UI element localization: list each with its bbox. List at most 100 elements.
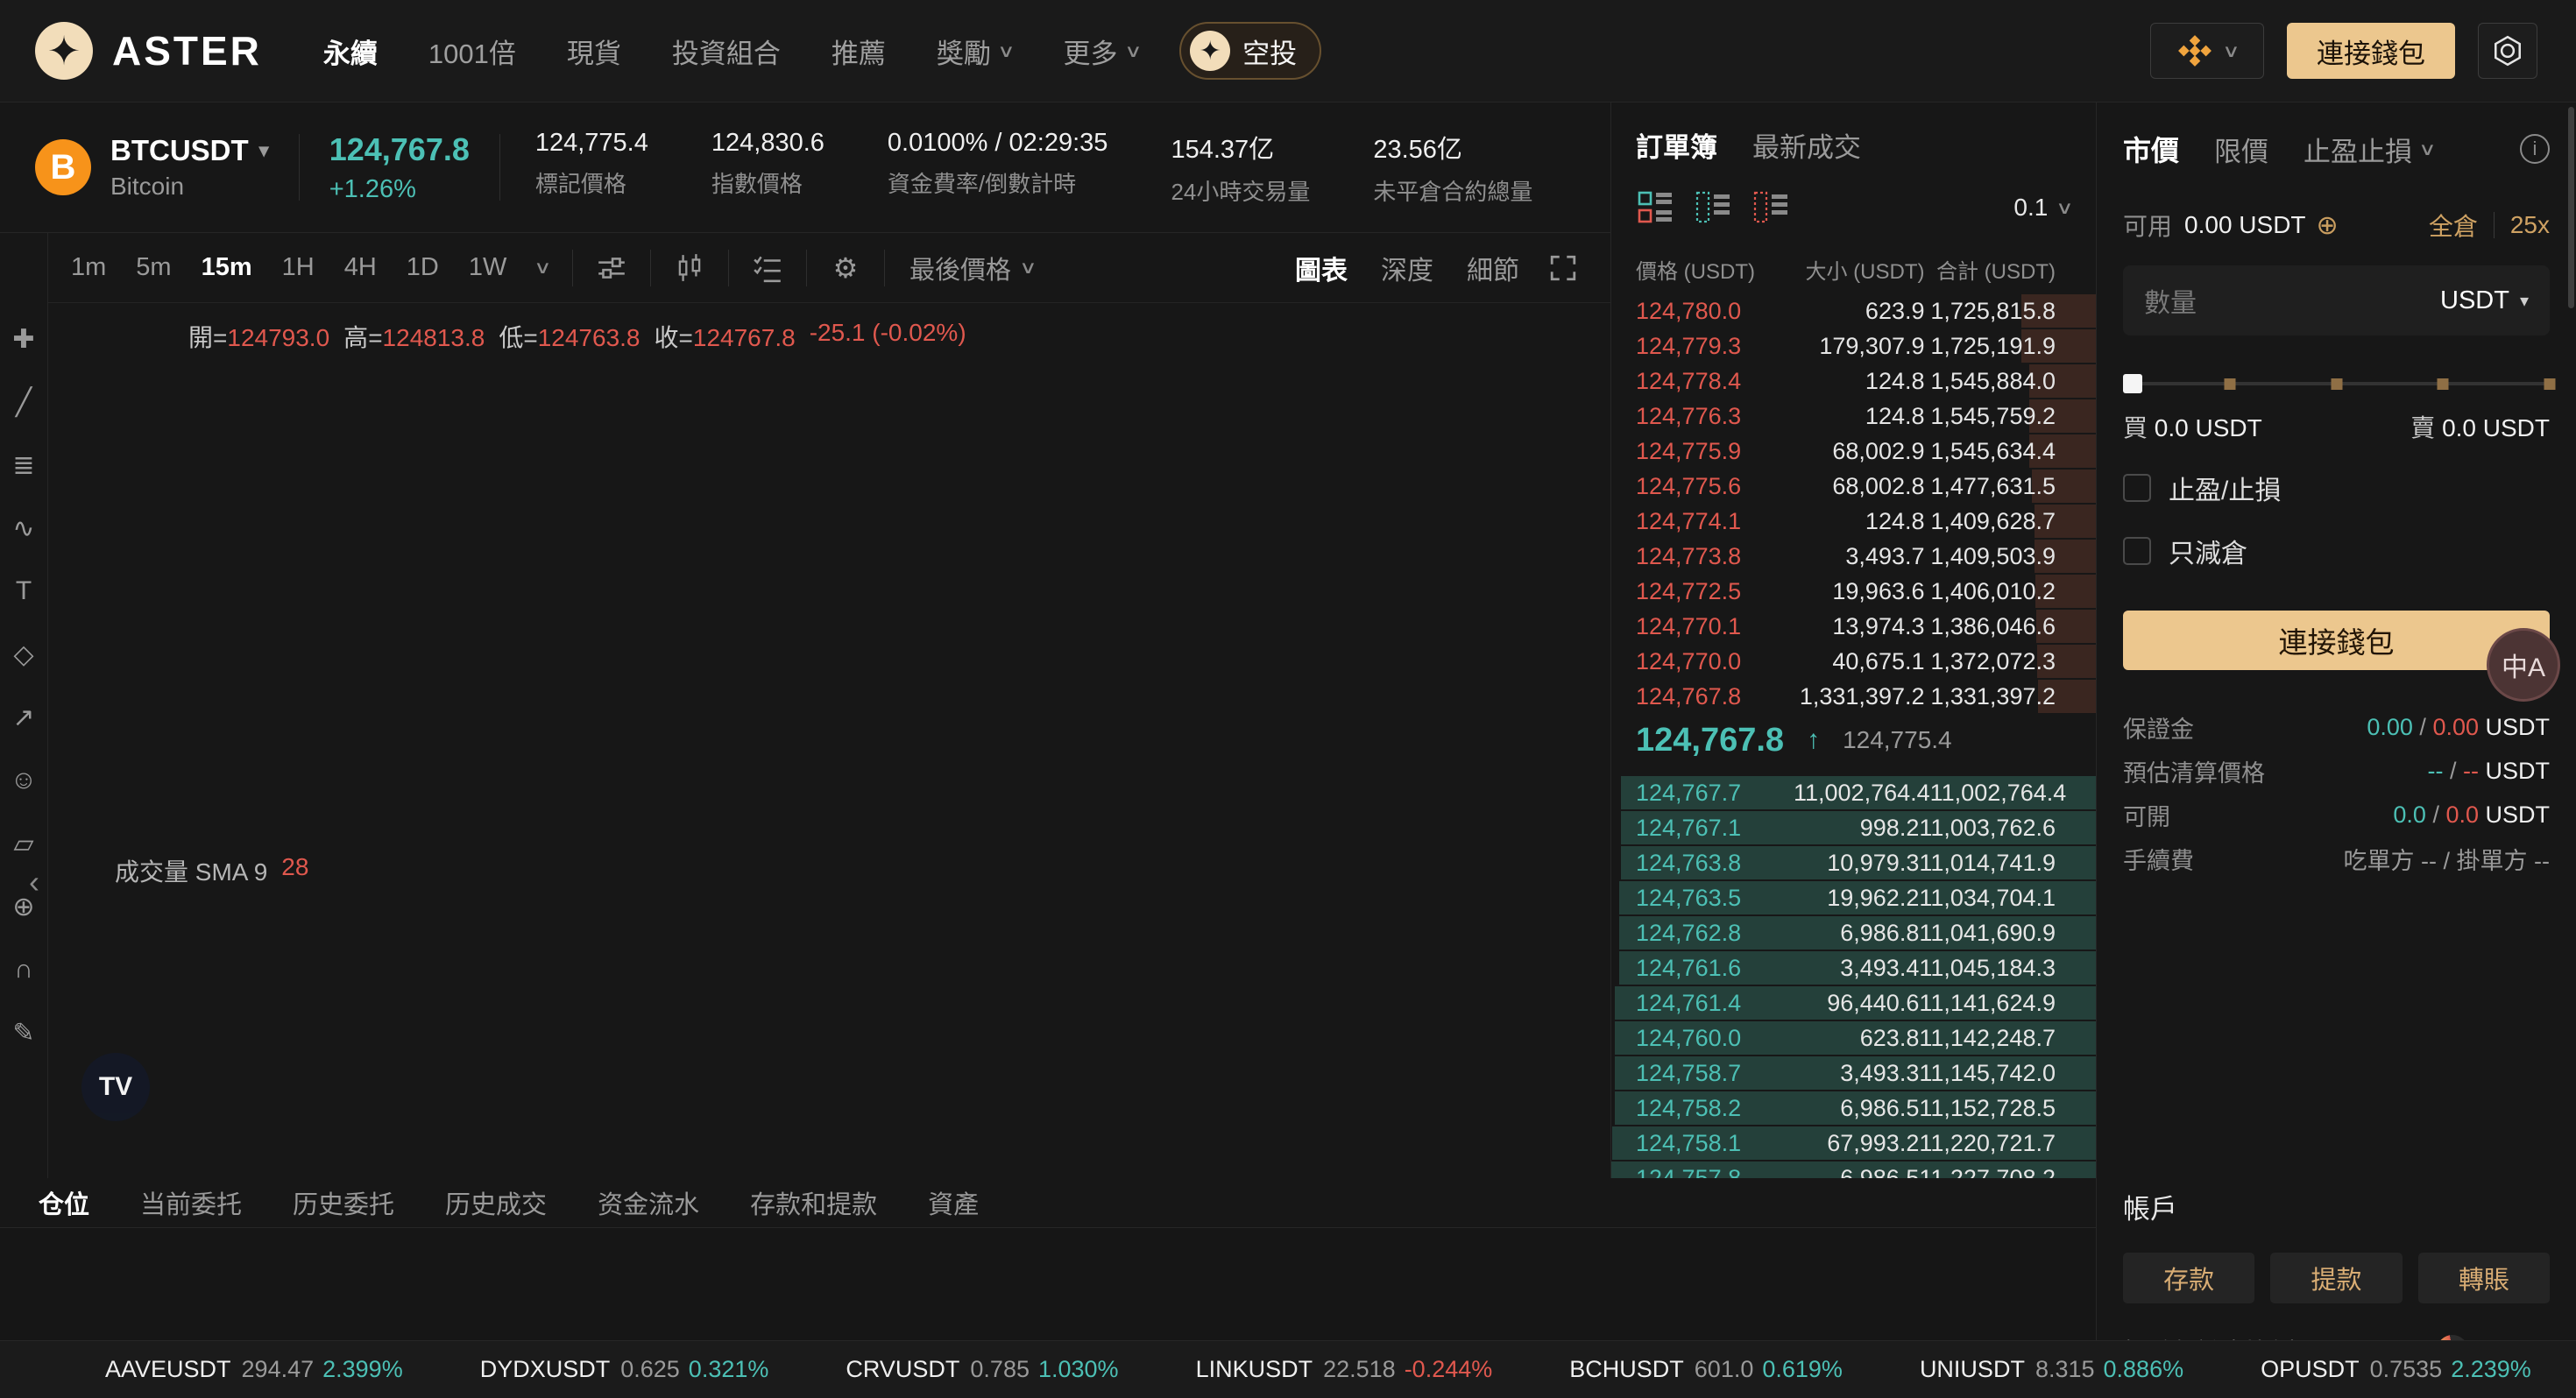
nav-item-1001x[interactable]: 1001倍: [428, 32, 516, 71]
view-tab-細節[interactable]: 細節: [1467, 249, 1519, 287]
bottom-tab-deposits-withdrawals[interactable]: 存款和提款: [750, 1184, 877, 1221]
bottom-tab-positions[interactable]: 仓位: [39, 1184, 89, 1221]
projection-tool-icon[interactable]: ↗: [5, 699, 42, 736]
footer-pair-CRVUSDT[interactable]: CRVUSDT0.7851.030%: [846, 1356, 1118, 1383]
tab-orderbook[interactable]: 訂單簿: [1636, 125, 1717, 165]
airdrop-button[interactable]: ✦ 空投: [1179, 22, 1321, 80]
slider-tick-75[interactable]: [2438, 378, 2449, 390]
tradingview-logo[interactable]: TV: [81, 1053, 150, 1121]
orderbook-row-bid[interactable]: 124,761.63,493.411,045,184.3: [1611, 950, 2096, 985]
orderbook-row-bid[interactable]: 124,758.73,493.311,145,742.0: [1611, 1056, 2096, 1091]
slider-tick-100[interactable]: [2544, 378, 2556, 390]
account-button-0[interactable]: 存款: [2123, 1253, 2254, 1303]
orderbook-row-ask[interactable]: 124,775.668,002.81,477,631.5: [1611, 469, 2096, 504]
checkbox-tp-sl[interactable]: 止盈/止損: [2123, 469, 2550, 507]
checkbox-box[interactable]: [2123, 537, 2151, 565]
nav-item-spot[interactable]: 現貨: [567, 32, 621, 71]
orderbook-row-bid[interactable]: 124,757.86,986.511,227,708.2: [1611, 1161, 2096, 1178]
chart-settings-gear-icon[interactable]: ⚙: [824, 249, 867, 287]
chevron-down-icon[interactable]: ∨: [534, 257, 551, 279]
footer-pair-BCHUSDT[interactable]: BCHUSDT601.00.619%: [1569, 1356, 1843, 1383]
magnet-tool-icon[interactable]: ∩: [5, 951, 42, 988]
orderbook-row-ask[interactable]: 124,776.3124.81,545,759.2: [1611, 399, 2096, 434]
timeframe-4H[interactable]: 4H: [344, 253, 377, 282]
symbol-selector[interactable]: BTCUSDT ▾ Bitcoin: [110, 134, 269, 201]
orderbook-row-bid[interactable]: 124,758.26,986.511,152,728.5: [1611, 1091, 2096, 1126]
collapse-toolbar-arrow[interactable]: ‹: [29, 864, 39, 900]
fullscreen-icon[interactable]: [1542, 249, 1584, 287]
deposit-plus-icon[interactable]: ⊕: [2317, 210, 2339, 241]
quantity-unit-dropdown[interactable]: USDT▾: [2440, 286, 2529, 315]
orderbook-row-ask[interactable]: 124,774.1124.81,409,628.7: [1611, 504, 2096, 539]
scrollbar-thumb[interactable]: [2568, 107, 2574, 308]
precision-dropdown[interactable]: 0.1 ∨: [2013, 194, 2071, 222]
orderbook-row-ask[interactable]: 124,775.968,002.91,545,634.4: [1611, 434, 2096, 469]
pattern-tool-icon[interactable]: ◇: [5, 636, 42, 673]
nav-item-more[interactable]: 更多∨: [1064, 32, 1140, 71]
candlestick-chart-canvas[interactable]: [48, 303, 1610, 1178]
orderbook-row-bid[interactable]: 124,761.496,440.611,141,624.9: [1611, 985, 2096, 1020]
view-tab-深度[interactable]: 深度: [1381, 249, 1433, 287]
leverage-button[interactable]: 25x: [2510, 211, 2550, 239]
nav-item-perp[interactable]: 永續: [323, 32, 378, 71]
orderbook-row-ask[interactable]: 124,770.040,675.11,372,072.3: [1611, 644, 2096, 679]
candle-style-icon[interactable]: [669, 249, 711, 287]
bottom-tab-trade-history[interactable]: 历史成交: [445, 1184, 547, 1221]
nav-item-referral[interactable]: 推薦: [832, 32, 886, 71]
checkbox-box[interactable]: [2123, 474, 2151, 502]
timeframe-1W[interactable]: 1W: [469, 253, 507, 282]
book-view-bids-icon[interactable]: [1694, 187, 1734, 228]
footer-pair-UNIUSDT[interactable]: UNIUSDT8.3150.886%: [1920, 1356, 2183, 1383]
bottom-tab-open-orders[interactable]: 当前委托: [140, 1184, 242, 1221]
timeframe-5m[interactable]: 5m: [136, 253, 171, 282]
ruler-tool-icon[interactable]: ▱: [5, 825, 42, 862]
orderbook-row-bid[interactable]: 124,760.0623.811,142,248.7: [1611, 1020, 2096, 1056]
order-type-tab-limit[interactable]: 限價: [2214, 130, 2268, 169]
info-icon[interactable]: i: [2520, 134, 2550, 164]
order-type-tab-market[interactable]: 市價: [2123, 129, 2179, 169]
compare-sliders-icon[interactable]: [591, 249, 633, 287]
orderbook-row-ask[interactable]: 124,779.3179,307.91,725,191.9: [1611, 328, 2096, 364]
connect-wallet-button[interactable]: 連接錢包: [2287, 23, 2455, 79]
emoji-tool-icon[interactable]: ☺: [5, 762, 42, 799]
footer-pair-DYDXUSDT[interactable]: DYDXUSDT0.6250.321%: [480, 1356, 769, 1383]
timeframe-1m[interactable]: 1m: [71, 253, 106, 282]
account-button-1[interactable]: 提款: [2270, 1253, 2402, 1303]
timeframe-1D[interactable]: 1D: [407, 253, 439, 282]
book-view-both-icon[interactable]: [1636, 187, 1676, 228]
orderbook-row-bid[interactable]: 124,758.167,993.211,220,721.7: [1611, 1126, 2096, 1161]
orderbook-row-bid[interactable]: 124,767.1998.211,003,762.6: [1611, 810, 2096, 845]
nav-item-portfolio[interactable]: 投資組合: [672, 32, 781, 71]
slider-tick-25[interactable]: [2224, 378, 2235, 390]
orderbook-row-bid[interactable]: 124,762.86,986.811,041,690.9: [1611, 915, 2096, 950]
orderbook-row-ask[interactable]: 124,780.0623.91,725,815.8: [1611, 293, 2096, 328]
bottom-tab-order-history[interactable]: 历史委托: [293, 1184, 394, 1221]
crosshair-tool-icon[interactable]: ✚: [5, 321, 42, 357]
timeframe-15m[interactable]: 15m: [202, 253, 252, 282]
bottom-tab-funds-flow[interactable]: 资金流水: [598, 1184, 699, 1221]
slider-handle[interactable]: [2123, 374, 2142, 393]
indicators-icon[interactable]: [747, 249, 789, 287]
timeframe-1H[interactable]: 1H: [282, 253, 315, 282]
orderbook-row-bid[interactable]: 124,763.810,979.311,014,741.9: [1611, 845, 2096, 880]
orderbook-row-ask[interactable]: 124,767.81,331,397.21,331,397.2: [1611, 679, 2096, 714]
footer-pair-OPUSDT[interactable]: OPUSDT0.75352.239%: [2261, 1356, 2531, 1383]
quantity-input[interactable]: 數量 USDT▾: [2123, 265, 2550, 335]
translate-badge[interactable]: 中A: [2487, 628, 2560, 702]
connect-wallet-button-panel[interactable]: 連接錢包: [2123, 611, 2550, 670]
orderbook-row-bid[interactable]: 124,767.711,002,764.411,002,764.4: [1611, 775, 2096, 810]
order-type-tab-tpsl[interactable]: 止盈止損∨: [2304, 130, 2434, 169]
orderbook-row-ask[interactable]: 124,778.4124.81,545,884.0: [1611, 364, 2096, 399]
horizontal-lines-tool-icon[interactable]: ≣: [5, 447, 42, 484]
orderbook-row-ask[interactable]: 124,770.113,974.31,386,046.6: [1611, 609, 2096, 644]
slider-tick-50[interactable]: [2331, 378, 2342, 390]
orderbook-row-bid[interactable]: 124,763.519,962.211,034,704.1: [1611, 880, 2096, 915]
footer-pair-AAVEUSDT[interactable]: AAVEUSDT294.472.399%: [105, 1356, 403, 1383]
price-source-dropdown[interactable]: 最後價格 ∨: [909, 250, 1035, 286]
checkbox-reduce-only[interactable]: 只減倉: [2123, 532, 2550, 570]
brush-tool-icon[interactable]: ∿: [5, 510, 42, 547]
book-view-asks-icon[interactable]: [1752, 187, 1792, 228]
nav-item-rewards[interactable]: 獎勵∨: [937, 32, 1013, 71]
price-chart[interactable]: 開=124793.0 高=124813.8 低=124763.8 收=12476…: [48, 303, 1610, 1178]
settings-button[interactable]: [2478, 23, 2537, 79]
